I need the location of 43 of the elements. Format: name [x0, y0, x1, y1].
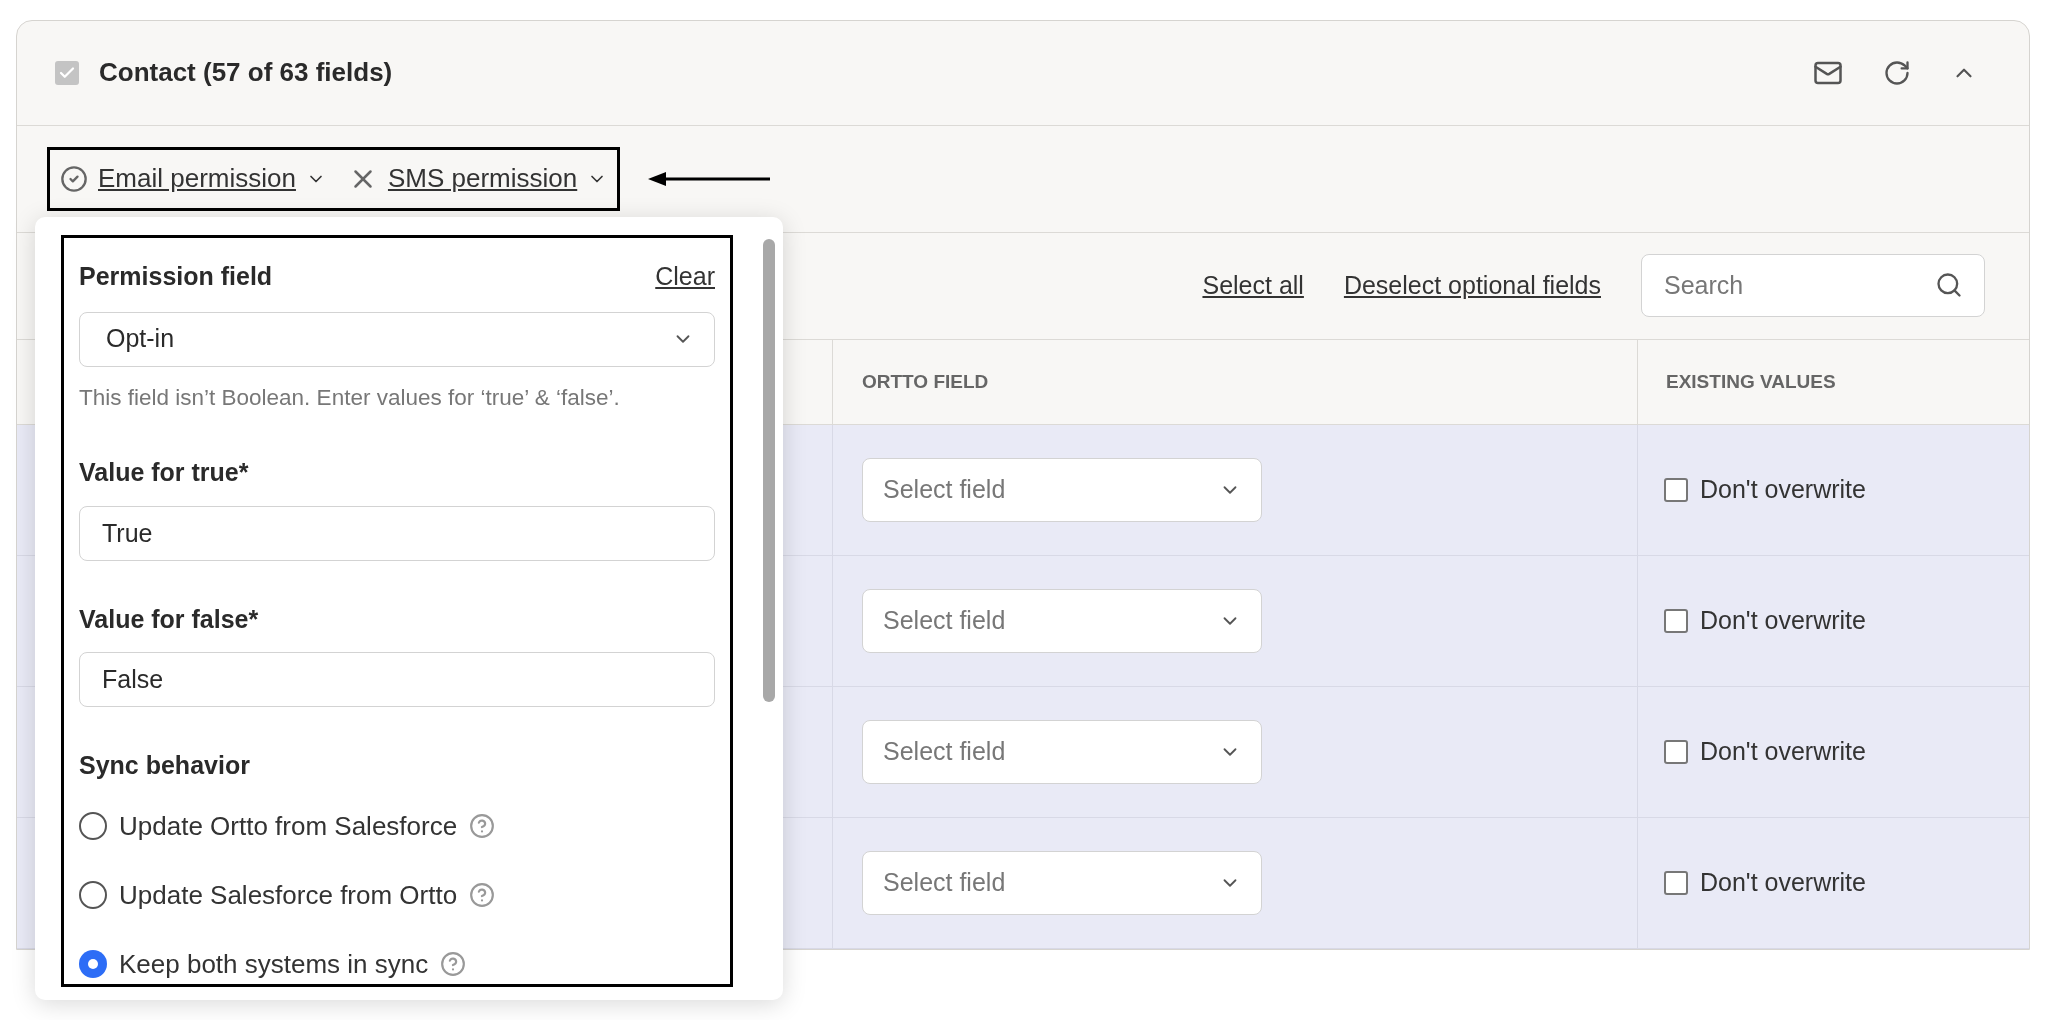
toolbar-link[interactable]: Select all: [1202, 266, 1304, 305]
radio-label: Update Salesforce from Ortto: [119, 879, 458, 912]
field-label: Value for true*: [79, 457, 250, 489]
true-value-input[interactable]: True: [79, 505, 715, 561]
filter-dropdown[interactable]: Email permission: [60, 159, 326, 199]
section-checkbox[interactable]: [55, 60, 79, 85]
checkbox-label: Don't overwrite: [1700, 474, 1866, 506]
radio-button[interactable]: [79, 950, 107, 979]
checkbox-label: Don't overwrite: [1700, 736, 1866, 768]
column-header: EXISTING VALUES: [1666, 369, 1836, 394]
search-field[interactable]: Search: [1641, 254, 1985, 318]
hint-text: This field isn’t Boolean. Enter values for ‘true’ & ‘false’.: [79, 383, 621, 412]
help-icon[interactable]: [469, 813, 496, 840]
column-header: ORTTO FIELD: [862, 369, 989, 394]
radio-label: Keep both systems in sync: [119, 948, 429, 981]
overwrite-checkbox[interactable]: [1664, 740, 1688, 764]
search-icon: [1935, 271, 1963, 300]
checkbox-label: Don't overwrite: [1700, 605, 1866, 637]
help-icon[interactable]: [440, 951, 467, 978]
section-title: Contact (57 of 63 fields): [99, 56, 393, 90]
clear-link[interactable]: Clear: [655, 258, 715, 296]
refresh-icon[interactable]: [1883, 58, 1911, 87]
overwrite-checkbox[interactable]: [1664, 478, 1688, 502]
permission-select[interactable]: Opt-in: [79, 311, 715, 367]
toolbar-link[interactable]: Deselect optional fields: [1343, 266, 1601, 305]
field-select[interactable]: Select field: [862, 458, 1262, 522]
radio-button[interactable]: [79, 812, 107, 841]
field-label: Sync behavior: [79, 750, 251, 782]
field-label: Value for false*: [79, 603, 260, 635]
checkbox-label: Don't overwrite: [1700, 867, 1866, 899]
overwrite-checkbox[interactable]: [1664, 871, 1688, 895]
check-circle-icon: [60, 164, 88, 193]
radio-label: Update Ortto from Salesforce: [119, 810, 458, 843]
false-value-input[interactable]: False: [79, 652, 715, 708]
field-select[interactable]: Select field: [862, 851, 1262, 915]
help-icon[interactable]: [469, 882, 496, 909]
radio-button[interactable]: [79, 881, 107, 910]
field-select[interactable]: Select field: [862, 589, 1262, 653]
filter-dropdown[interactable]: SMS permission: [347, 159, 608, 199]
field-label: Permission field: [79, 261, 273, 292]
field-select[interactable]: Select field: [862, 720, 1262, 784]
overwrite-checkbox[interactable]: [1664, 609, 1688, 633]
scrollbar[interactable]: [763, 239, 775, 702]
